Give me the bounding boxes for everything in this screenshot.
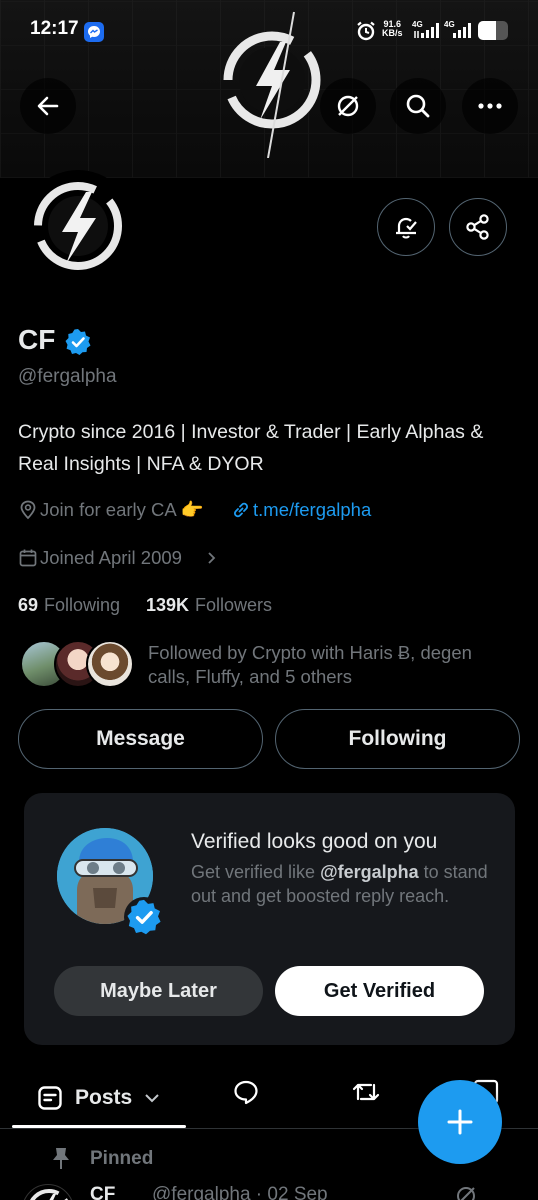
net-speed: 91.6 KB/s [382,19,403,38]
more-dots-icon [478,103,502,109]
promo-verified-badge-icon [124,897,164,937]
following-label: Following [44,595,121,615]
arrow-left-icon [37,96,59,116]
share-button[interactable] [449,198,507,256]
post-grok-icon[interactable] [454,1184,478,1200]
replies-tab-icon[interactable] [232,1078,260,1106]
followed-by-avatars[interactable] [20,640,136,690]
banner-lightning-logo [223,11,321,158]
tab-posts-label: Posts [75,1086,133,1109]
followed-by-text[interactable]: Followed by Crypto with Haris Ƀ, degen c… [148,641,518,689]
more-button[interactable] [462,78,518,134]
followers-count: 139K [146,595,190,615]
plus-icon [447,1109,473,1135]
pin-icon [53,1148,69,1169]
profile-handle: @fergalpha [18,366,117,387]
bell-check-icon [396,217,417,239]
lightning-logo-icon [26,174,130,278]
following-button[interactable]: Following [275,709,520,769]
profile-joined-date[interactable]: Joined April 2009 [40,547,182,569]
follower-avatar [86,640,134,688]
pinned-label: Pinned [90,1148,154,1169]
posts-icon [38,1086,62,1110]
profile-website-link[interactable]: t.me/fergalpha [253,499,371,521]
grok-icon [337,95,359,117]
profile-location: Join for early CA 👉 [40,499,204,520]
promo-description: Get verified like @fergalpha to stand ou… [191,862,488,906]
chevron-right-icon[interactable] [206,551,218,565]
post-author-name[interactable]: CF [90,1184,115,1200]
followers-stat[interactable]: 139K Followers [146,595,272,616]
tab-posts[interactable]: Posts [12,1068,186,1128]
search-button[interactable] [390,78,446,134]
status-time: 12:17 [30,18,79,39]
profile-bio: Crypto since 2016 | Investor & Trader | … [18,421,484,475]
signal-2-icon: 4G [444,20,472,40]
followers-label: Followers [195,595,273,615]
post-author-avatar[interactable] [22,1184,74,1200]
battery-icon [478,21,508,40]
back-button[interactable] [20,78,76,134]
maybe-later-button[interactable]: Maybe Later [54,966,263,1016]
search-icon [406,94,430,118]
following-count: 69 [18,595,39,615]
profile-name: CF [18,324,56,355]
alarm-icon [356,21,376,41]
link-icon [234,502,248,518]
promo-title: Verified looks good on you [191,830,438,853]
location-icon [20,500,36,520]
grok-button[interactable] [320,78,376,134]
post-meta: @fergalpha · 02 Sep [152,1184,328,1200]
verified-badge-icon[interactable] [64,328,92,356]
calendar-icon [19,549,37,567]
reposts-tab-icon[interactable] [351,1078,381,1106]
verified-promo-card: Verified looks good on you Get verified … [24,793,515,1045]
get-verified-button[interactable]: Get Verified [275,966,484,1016]
message-button[interactable]: Message [18,709,263,769]
signal-1-icon: 4G [412,20,440,40]
compose-post-button[interactable] [418,1080,502,1164]
messenger-notification-icon [84,22,104,42]
notifications-button[interactable] [377,198,435,256]
following-stat[interactable]: 69 Following [18,595,120,616]
profile-avatar[interactable] [22,170,134,282]
share-icon [466,214,489,240]
chevron-down-icon [145,1094,159,1103]
